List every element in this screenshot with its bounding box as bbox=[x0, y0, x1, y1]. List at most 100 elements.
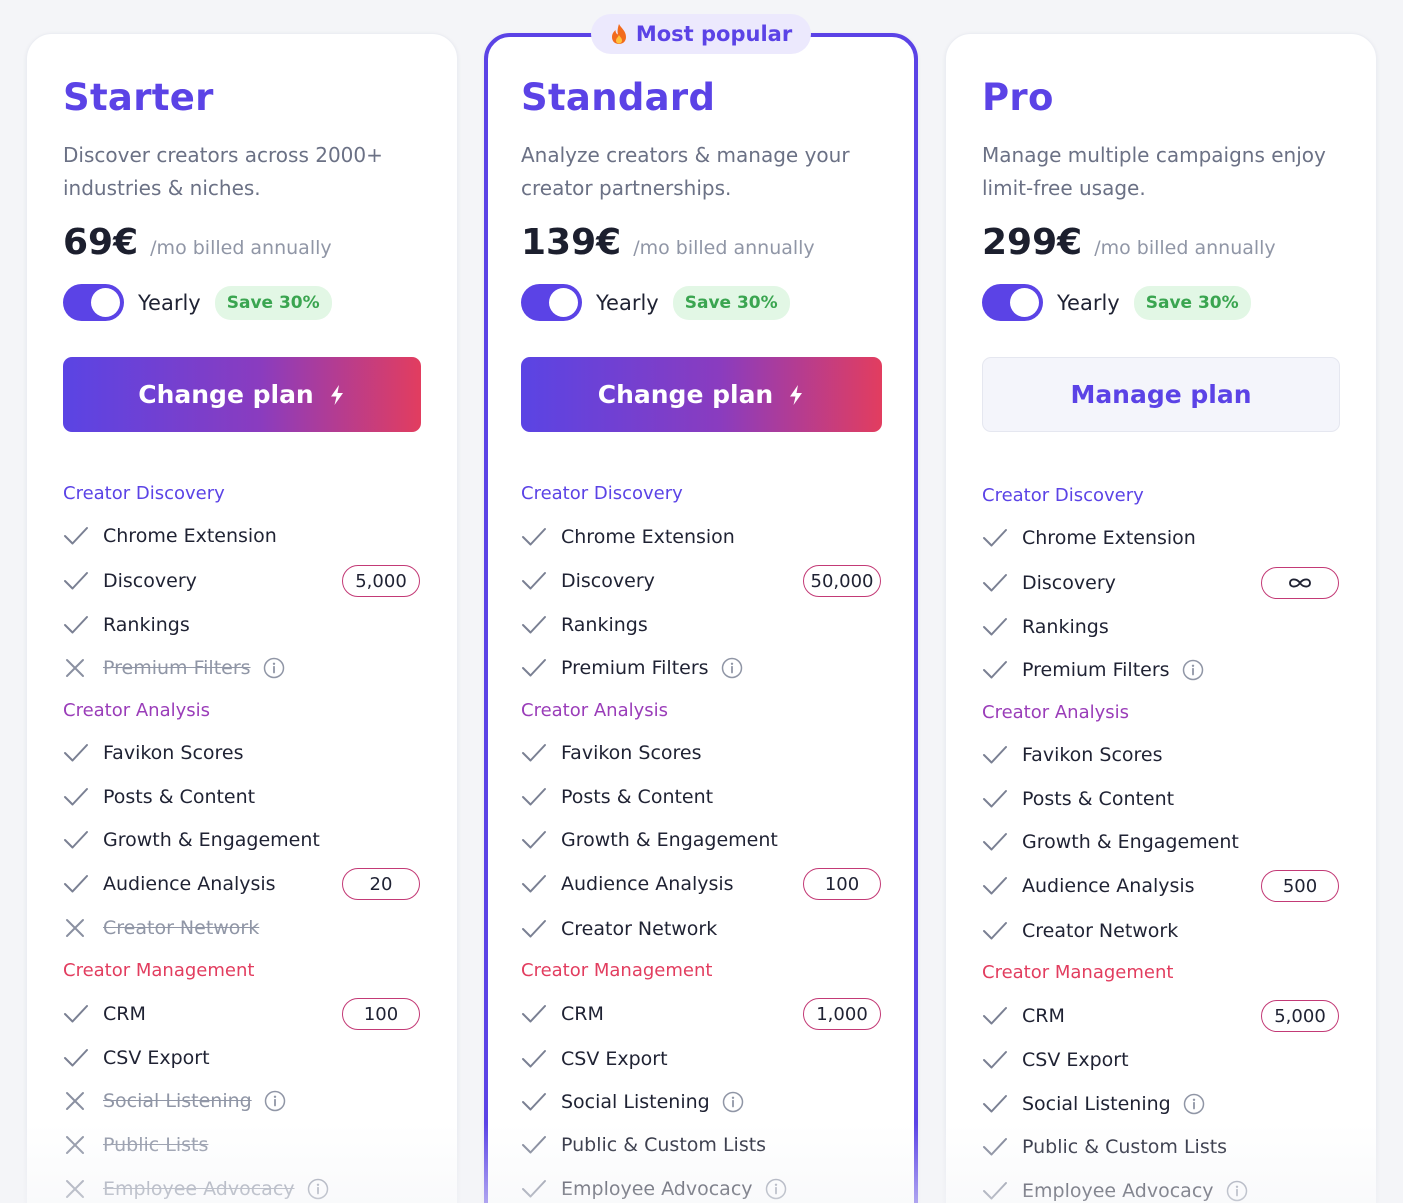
feature-item: Creator Network bbox=[982, 916, 1178, 946]
feature-label: Favikon Scores bbox=[103, 742, 244, 764]
plan-name: Starter bbox=[63, 76, 214, 119]
limit-badge: 500 bbox=[1261, 870, 1339, 902]
plan-description: Analyze creators & manage your creator p… bbox=[521, 143, 850, 200]
feature-label: Creator Network bbox=[1022, 920, 1179, 942]
feature-label: CSV Export bbox=[561, 1048, 668, 1070]
feature-item: Rankings bbox=[982, 612, 1109, 642]
feature-item: Favikon Scores bbox=[982, 740, 1163, 770]
info-icon[interactable] bbox=[307, 1178, 329, 1200]
check-icon bbox=[64, 1049, 88, 1067]
feature-item: Social Listening bbox=[982, 1089, 1205, 1119]
billing-toggle-row: Yearly Save 30% bbox=[521, 284, 790, 321]
feature-label: Public & Custom Lists bbox=[1022, 1136, 1228, 1158]
feature-item: Rankings bbox=[521, 610, 648, 640]
feature-item: Creator Network bbox=[521, 914, 717, 944]
feature-label: Public Lists bbox=[103, 1134, 209, 1156]
plan-name: Standard bbox=[521, 76, 716, 119]
limit-badge: 50,000 bbox=[803, 565, 881, 597]
feature-label: CRM bbox=[1022, 1005, 1065, 1027]
cross-icon bbox=[66, 919, 84, 937]
feature-label: Posts & Content bbox=[1022, 788, 1175, 810]
yearly-label: Yearly bbox=[1057, 290, 1120, 315]
feature-item: Public & Custom Lists bbox=[982, 1132, 1227, 1162]
infinity-icon bbox=[1289, 578, 1311, 588]
info-icon[interactable] bbox=[721, 657, 743, 679]
feature-label: Chrome Extension bbox=[561, 526, 735, 548]
section-title: Creator Management bbox=[982, 962, 1174, 983]
section-title: Creator Management bbox=[63, 960, 255, 981]
save-badge: Save 30% bbox=[1133, 285, 1251, 320]
check-icon bbox=[983, 529, 1007, 547]
feature-item: Public Lists bbox=[63, 1130, 208, 1160]
feature-label: Growth & Engagement bbox=[561, 829, 778, 851]
limit-badge: 1,000 bbox=[803, 998, 881, 1030]
check-icon bbox=[983, 661, 1007, 679]
section-title: Creator Analysis bbox=[63, 700, 211, 721]
limit-badge: 100 bbox=[803, 868, 881, 900]
feature-label: Chrome Extension bbox=[103, 525, 277, 547]
change-plan-button[interactable]: Change plan bbox=[521, 357, 882, 432]
price-row: 69€ /mo billed annually bbox=[63, 222, 332, 263]
lightning-icon bbox=[330, 384, 343, 405]
check-icon bbox=[522, 1093, 546, 1111]
feature-item: CSV Export bbox=[521, 1044, 668, 1074]
feature-item: Favikon Scores bbox=[63, 738, 244, 768]
manage-plan-button[interactable]: Manage plan bbox=[982, 357, 1340, 432]
section-title: Creator Management bbox=[521, 960, 713, 981]
feature-label: Employee Advocacy bbox=[1022, 1180, 1214, 1202]
info-icon[interactable] bbox=[1226, 1180, 1248, 1202]
feature-item: Employee Advocacy bbox=[63, 1174, 329, 1203]
plan-description: Manage multiple campaigns enjoy limit-fr… bbox=[982, 143, 1326, 200]
feature-label: Rankings bbox=[1022, 616, 1109, 638]
feature-label: Premium Filters bbox=[1022, 659, 1170, 681]
info-icon[interactable] bbox=[1182, 659, 1204, 681]
feature-label: Discovery bbox=[103, 570, 197, 592]
feature-label: CSV Export bbox=[1022, 1049, 1129, 1071]
info-icon[interactable] bbox=[722, 1091, 744, 1113]
feature-label: Discovery bbox=[561, 570, 655, 592]
feature-item: Audience Analysis bbox=[63, 869, 276, 899]
cross-icon bbox=[66, 1136, 84, 1154]
check-icon bbox=[983, 1138, 1007, 1156]
yearly-toggle[interactable] bbox=[521, 284, 582, 321]
feature-label: Chrome Extension bbox=[1022, 527, 1196, 549]
price: 139€ bbox=[521, 222, 622, 263]
check-icon bbox=[983, 746, 1007, 764]
check-icon bbox=[64, 788, 88, 806]
change-plan-button[interactable]: Change plan bbox=[63, 357, 421, 432]
feature-item: Social Listening bbox=[521, 1087, 744, 1117]
feature-item: Audience Analysis bbox=[521, 869, 734, 899]
billing-period: /mo billed annually bbox=[1094, 237, 1276, 259]
yearly-toggle[interactable] bbox=[63, 284, 124, 321]
check-icon bbox=[522, 1180, 546, 1198]
check-icon bbox=[522, 572, 546, 590]
info-icon[interactable] bbox=[264, 1090, 286, 1112]
yearly-label: Yearly bbox=[138, 290, 201, 315]
check-icon bbox=[522, 831, 546, 849]
check-icon bbox=[983, 833, 1007, 851]
feature-label: Social Listening bbox=[561, 1091, 710, 1113]
feature-item: Premium Filters bbox=[521, 653, 743, 683]
feature-label: Rankings bbox=[561, 614, 648, 636]
check-icon bbox=[522, 744, 546, 762]
info-icon[interactable] bbox=[1183, 1093, 1205, 1115]
feature-label: Audience Analysis bbox=[561, 873, 734, 895]
price-row: 139€ /mo billed annually bbox=[521, 222, 815, 263]
feature-label: Discovery bbox=[1022, 572, 1116, 594]
most-popular-badge: Most popular bbox=[591, 14, 811, 54]
section-title: Creator Discovery bbox=[982, 485, 1144, 506]
feature-item: CRM bbox=[63, 999, 146, 1029]
check-icon bbox=[522, 616, 546, 634]
feature-item: Employee Advocacy bbox=[521, 1174, 787, 1203]
billing-toggle-row: Yearly Save 30% bbox=[63, 284, 332, 321]
feature-item: Creator Network bbox=[63, 913, 259, 943]
save-badge: Save 30% bbox=[214, 285, 332, 320]
check-icon bbox=[64, 1005, 88, 1023]
info-icon[interactable] bbox=[263, 657, 285, 679]
check-icon bbox=[983, 1182, 1007, 1200]
yearly-toggle[interactable] bbox=[982, 284, 1043, 321]
info-icon[interactable] bbox=[765, 1178, 787, 1200]
price-row: 299€ /mo billed annually bbox=[982, 222, 1276, 263]
feature-item: Employee Advocacy bbox=[982, 1176, 1248, 1203]
check-icon bbox=[522, 1136, 546, 1154]
